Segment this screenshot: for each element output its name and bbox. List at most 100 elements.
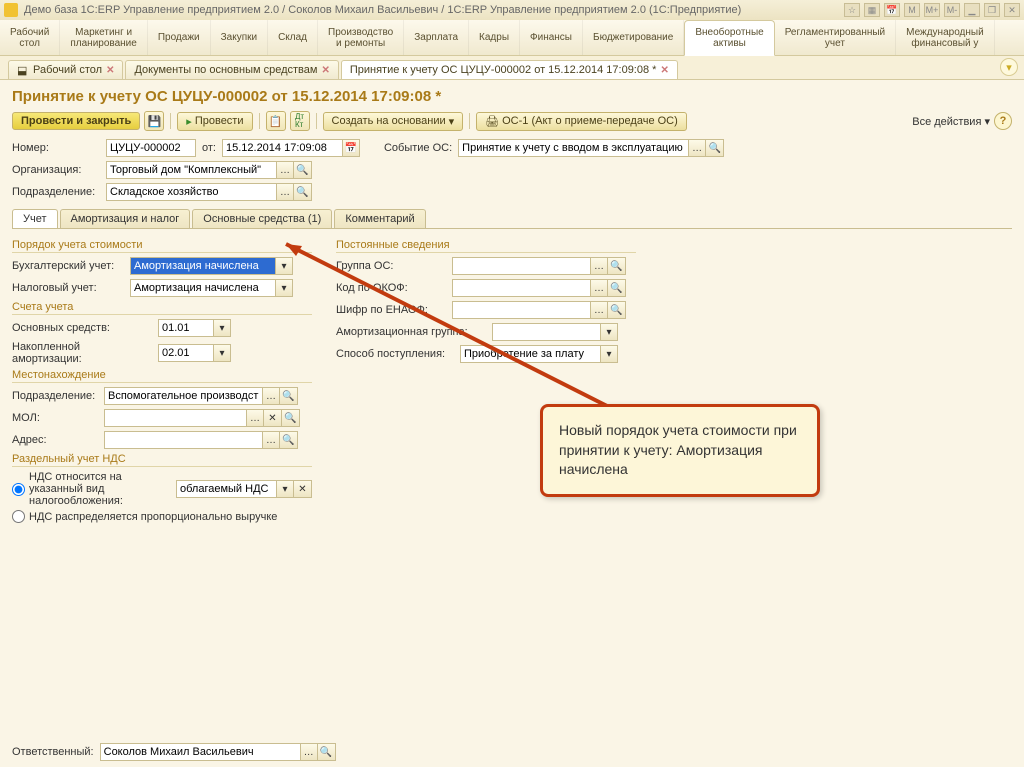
subtab-assets[interactable]: Основные средства (1) <box>192 209 332 228</box>
mol-label: МОЛ: <box>12 412 98 424</box>
select-icon[interactable]: … <box>590 301 608 319</box>
vat-radio-1[interactable] <box>12 483 25 496</box>
dropdown-icon[interactable]: ▾ <box>600 345 618 363</box>
fav-icon[interactable]: ☆ <box>844 3 860 17</box>
acc-input[interactable] <box>130 257 275 275</box>
mol-input[interactable] <box>104 409 246 427</box>
dropdown-icon[interactable]: ▾ <box>275 279 293 297</box>
subtab-amortization[interactable]: Амортизация и налог <box>60 209 191 228</box>
amgrp-input[interactable] <box>492 323 600 341</box>
menu-purchases[interactable]: Закупки <box>211 20 268 55</box>
vat-type-input[interactable] <box>176 480 276 498</box>
main-menu: Рабочий стол Маркетинг и планирование Пр… <box>0 20 1024 56</box>
dropdown-icon[interactable]: ▾ <box>213 319 231 337</box>
os1-button[interactable]: 🖨 ОС-1 (Акт о приеме-передаче ОС) <box>476 112 687 131</box>
dropdown-icon[interactable]: ▾ <box>275 257 293 275</box>
tax-input[interactable] <box>130 279 275 297</box>
group-os-input[interactable] <box>452 257 590 275</box>
minimize-icon[interactable]: ▁ <box>964 3 980 17</box>
calendar-icon[interactable]: 📅 <box>342 139 360 157</box>
menu-budget[interactable]: Бюджетирование <box>583 20 684 55</box>
select-icon[interactable]: … <box>276 161 294 179</box>
select-icon[interactable]: … <box>246 409 264 427</box>
select-icon[interactable]: … <box>300 743 318 761</box>
save-icon[interactable]: 💾 <box>144 111 164 131</box>
select-icon[interactable]: … <box>276 183 294 201</box>
responsible-input[interactable] <box>100 743 300 761</box>
open-icon[interactable]: 🔍 <box>294 161 312 179</box>
select-icon[interactable]: … <box>262 431 280 449</box>
event-input[interactable] <box>458 139 688 157</box>
menu-finance[interactable]: Финансы <box>520 20 583 55</box>
m-btn[interactable]: M <box>904 3 920 17</box>
addr-input[interactable] <box>104 431 262 449</box>
open-icon[interactable]: 🔍 <box>294 183 312 201</box>
menu-marketing[interactable]: Маркетинг и планирование <box>60 20 147 55</box>
all-actions-link[interactable]: Все действия ▾ <box>912 115 990 128</box>
open-icon[interactable]: 🔍 <box>282 409 300 427</box>
menu-production[interactable]: Производство и ремонты <box>318 20 404 55</box>
group-permanent: Постоянные сведения <box>336 239 636 253</box>
window-title: Демо база 1С:ERP Управление предприятием… <box>24 4 741 16</box>
menu-reg-accounting[interactable]: Регламентированный учет <box>775 20 896 55</box>
debit-credit-icon[interactable]: ДтКт <box>290 111 310 131</box>
select-icon[interactable]: … <box>590 257 608 275</box>
amort-account-input[interactable] <box>158 344 213 362</box>
report-icon[interactable]: 📋 <box>266 111 286 131</box>
org-input[interactable] <box>106 161 276 179</box>
menu-intl[interactable]: Международный финансовый у <box>896 20 995 55</box>
subtab-accounting[interactable]: Учет <box>12 209 58 228</box>
select-icon[interactable]: … <box>262 387 280 405</box>
menu-sales[interactable]: Продажи <box>148 20 211 55</box>
close-icon[interactable]: ✕ <box>1004 3 1020 17</box>
close-icon[interactable]: ✕ <box>321 65 329 76</box>
dropdown-icon[interactable]: ▾ <box>276 480 294 498</box>
open-icon[interactable]: 🔍 <box>608 279 626 297</box>
favorites-toggle[interactable]: ▾ <box>1000 58 1018 76</box>
menu-warehouse[interactable]: Склад <box>268 20 318 55</box>
tab-desktop[interactable]: ⬓ Рабочий стол ✕ <box>8 60 123 79</box>
open-icon[interactable]: 🔍 <box>318 743 336 761</box>
group-vat: Раздельный учет НДС <box>12 453 312 467</box>
close-icon[interactable]: ✕ <box>660 65 668 76</box>
loc-div-input[interactable] <box>104 387 262 405</box>
menu-desktop[interactable]: Рабочий стол <box>0 20 60 55</box>
date-input[interactable] <box>222 139 342 157</box>
dropdown-icon[interactable]: ▾ <box>213 344 231 362</box>
select-icon[interactable]: … <box>590 279 608 297</box>
menu-assets[interactable]: Внеоборотные активы <box>684 20 774 56</box>
clear-icon[interactable]: ✕ <box>294 480 312 498</box>
number-input[interactable] <box>106 139 196 157</box>
toolbar-icon[interactable]: ▦ <box>864 3 880 17</box>
division-input[interactable] <box>106 183 276 201</box>
clear-icon[interactable]: ✕ <box>264 409 282 427</box>
enaof-input[interactable] <box>452 301 590 319</box>
responsible-label: Ответственный: <box>12 746 94 758</box>
acc-label: Бухгалтерский учет: <box>12 260 124 272</box>
okof-input[interactable] <box>452 279 590 297</box>
close-icon[interactable]: ✕ <box>106 65 114 76</box>
dropdown-icon[interactable]: ▾ <box>600 323 618 341</box>
maximize-icon[interactable]: ❐ <box>984 3 1000 17</box>
open-icon[interactable]: 🔍 <box>706 139 724 157</box>
method-input[interactable] <box>460 345 600 363</box>
m-plus-btn[interactable]: M+ <box>924 3 940 17</box>
open-icon[interactable]: 🔍 <box>608 257 626 275</box>
select-icon[interactable]: … <box>688 139 706 157</box>
tab-documents[interactable]: Документы по основным средствам ✕ <box>125 60 338 79</box>
create-based-button[interactable]: Создать на основании ▾ <box>323 112 464 131</box>
subtab-comment[interactable]: Комментарий <box>334 209 425 228</box>
open-icon[interactable]: 🔍 <box>280 431 298 449</box>
open-icon[interactable]: 🔍 <box>608 301 626 319</box>
menu-hr[interactable]: Кадры <box>469 20 520 55</box>
confirm-close-button[interactable]: Провести и закрыть <box>12 112 140 130</box>
tab-current[interactable]: Принятие к учету ОС ЦУЦУ-000002 от 15.12… <box>341 60 678 79</box>
help-icon[interactable]: ? <box>994 112 1012 130</box>
open-icon[interactable]: 🔍 <box>280 387 298 405</box>
os-account-input[interactable] <box>158 319 213 337</box>
m-minus-btn[interactable]: M- <box>944 3 960 17</box>
vat-radio-2[interactable] <box>12 510 25 523</box>
calc-icon[interactable]: 📅 <box>884 3 900 17</box>
confirm-button[interactable]: ▸Провести <box>177 112 252 131</box>
menu-salary[interactable]: Зарплата <box>404 20 469 55</box>
